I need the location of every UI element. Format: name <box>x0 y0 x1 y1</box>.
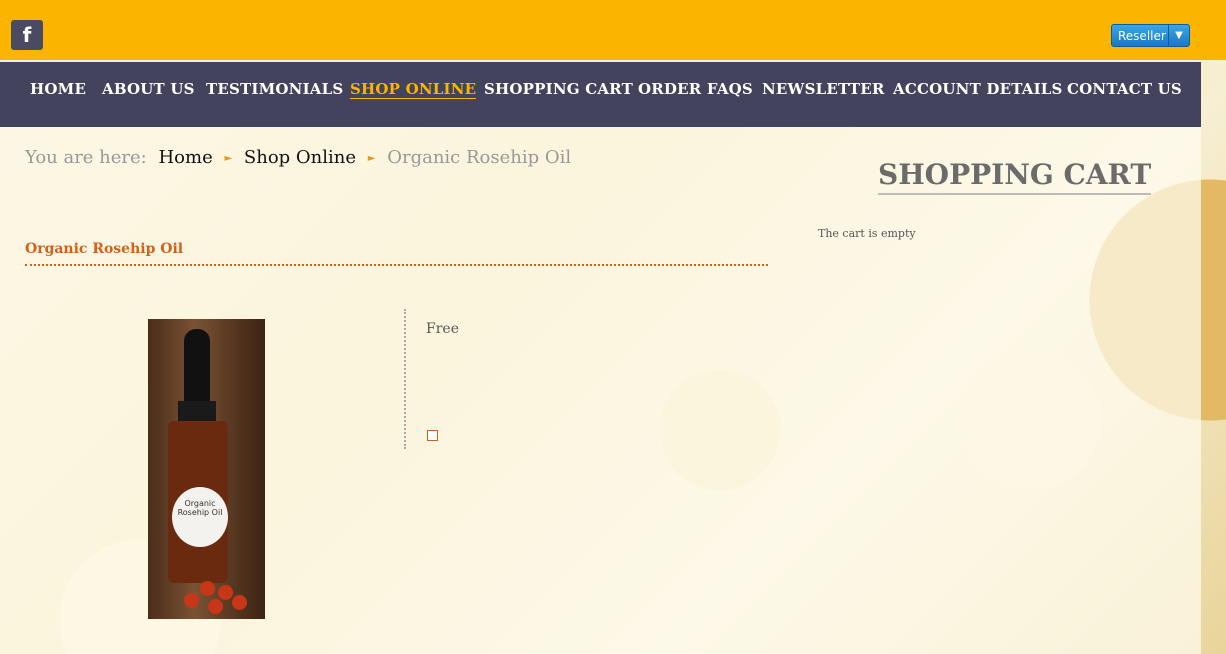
bottle-label-line2: Rosehip Oil <box>177 508 223 517</box>
breadcrumb-separator-icon: ► <box>367 153 376 164</box>
breadcrumb-home[interactable]: Home <box>158 147 212 168</box>
rosehip-berry <box>200 581 215 596</box>
rosehip-berry <box>184 593 199 608</box>
nav-item-home[interactable]: HOME <box>30 80 86 98</box>
product-image[interactable]: Organic Rosehip Oil <box>148 319 265 619</box>
nav-item-account-details[interactable]: ACCOUNT DETAILS <box>893 80 1063 98</box>
breadcrumb-shop-online[interactable]: Shop Online <box>244 147 356 168</box>
reseller-label: Reseller <box>1118 29 1166 43</box>
breadcrumb-current: Organic Rosehip Oil <box>387 147 572 168</box>
facebook-icon[interactable]: f <box>11 20 43 50</box>
top-bar: f Reseller ▼ <box>0 0 1226 60</box>
nav-item-shopping-cart[interactable]: SHOPPING CART <box>484 80 633 98</box>
nav-item-newsletter[interactable]: NEWSLETTER <box>762 80 885 98</box>
chevron-down-icon[interactable]: ▼ <box>1168 25 1189 46</box>
nav-item-order-faqs[interactable]: ORDER FAQS <box>638 80 753 98</box>
bottle-dropper <box>184 329 210 407</box>
breadcrumb-prefix: You are here: <box>25 147 147 168</box>
shopping-cart-heading: SHOPPING CART <box>878 158 1152 195</box>
bottle-neck <box>178 401 216 423</box>
rosehip-berry <box>208 599 223 614</box>
add-to-cart-checkbox[interactable] <box>427 430 438 441</box>
product-price: Free <box>426 321 459 337</box>
breadcrumb-separator-icon: ► <box>224 153 233 164</box>
main-nav: HOME ABOUT US TESTIMONIALS SHOP ONLINE S… <box>0 60 1201 127</box>
nav-item-testimonials[interactable]: TESTIMONIALS <box>206 80 343 98</box>
nav-item-contact-us[interactable]: CONTACT US <box>1067 80 1182 98</box>
product-divider <box>404 309 406 449</box>
cart-empty-message: The cart is empty <box>818 227 916 240</box>
breadcrumb: You are here: Home ► Shop Online ► Organ… <box>25 147 571 168</box>
nav-item-shop-online[interactable]: SHOP ONLINE <box>350 80 477 99</box>
rosehip-berry <box>232 595 247 610</box>
product-title: Organic Rosehip Oil <box>25 241 768 266</box>
nav-item-about-us[interactable]: ABOUT US <box>102 80 195 98</box>
bottle-label-line1: Organic <box>184 499 216 508</box>
reseller-dropdown[interactable]: Reseller ▼ <box>1111 24 1190 47</box>
bottle-label: Organic Rosehip Oil <box>172 487 228 547</box>
rosehip-berry <box>218 585 233 600</box>
